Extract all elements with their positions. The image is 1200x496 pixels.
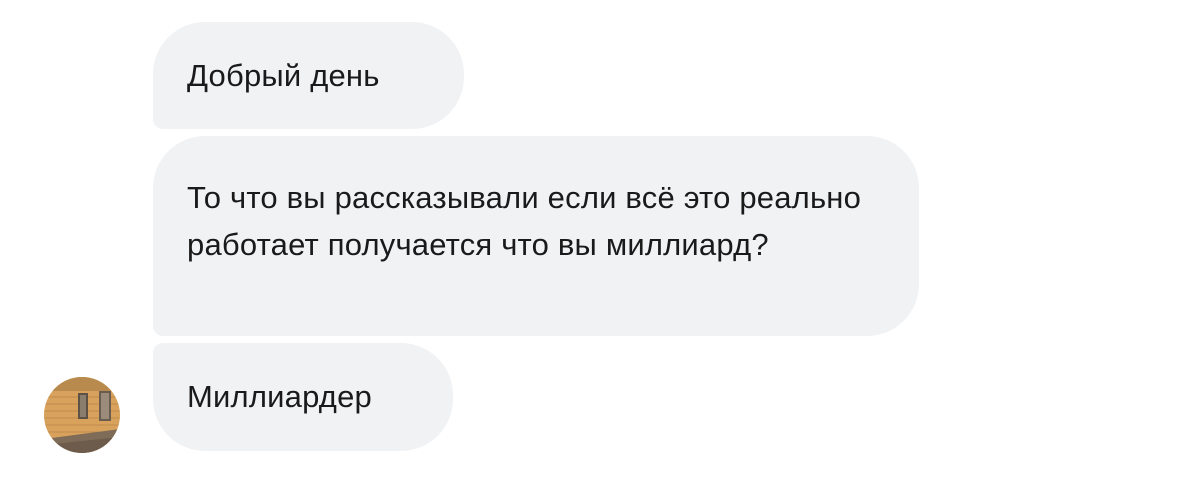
message-bubble[interactable]: То что вы рассказывали если всё это реал… [153,136,919,336]
message-bubble[interactable]: Добрый день [153,22,464,129]
chat-thread: Добрый день То что вы рассказывали если … [0,0,1200,496]
sender-avatar[interactable] [44,377,120,453]
building-photo-avatar-icon [44,377,120,453]
message-text: Миллиардер [187,379,372,414]
message-bubble[interactable]: Миллиардер [153,343,453,451]
message-text: Добрый день [187,58,380,93]
message-text: То что вы рассказывали если всё это реал… [187,180,862,262]
